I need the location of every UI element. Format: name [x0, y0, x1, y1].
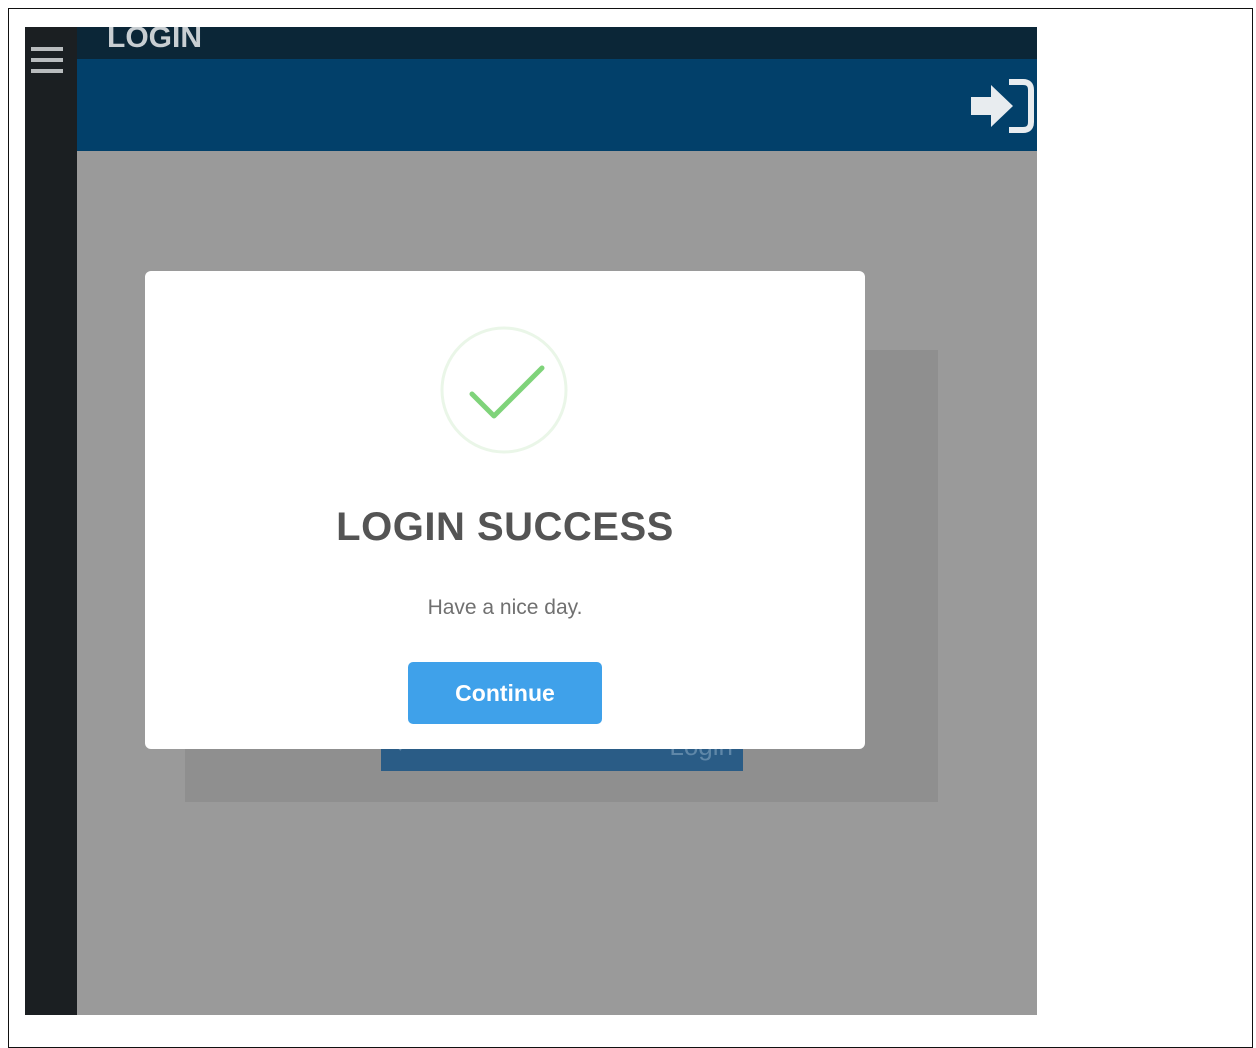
- continue-button[interactable]: Continue: [408, 662, 602, 724]
- success-dialog: LOGIN SUCCESS Have a nice day. Continue: [145, 271, 865, 749]
- sign-in-icon[interactable]: [969, 77, 1035, 135]
- sidebar: [25, 27, 77, 1015]
- dialog-title: LOGIN SUCCESS: [336, 505, 674, 549]
- dialog-message: Have a nice day.: [427, 596, 583, 619]
- hamburger-icon[interactable]: [31, 47, 63, 73]
- check-icon: [440, 326, 568, 454]
- top-bar: LOGIN: [77, 27, 1037, 59]
- header-bar: [77, 59, 1037, 151]
- page-title: LOGIN: [107, 27, 202, 54]
